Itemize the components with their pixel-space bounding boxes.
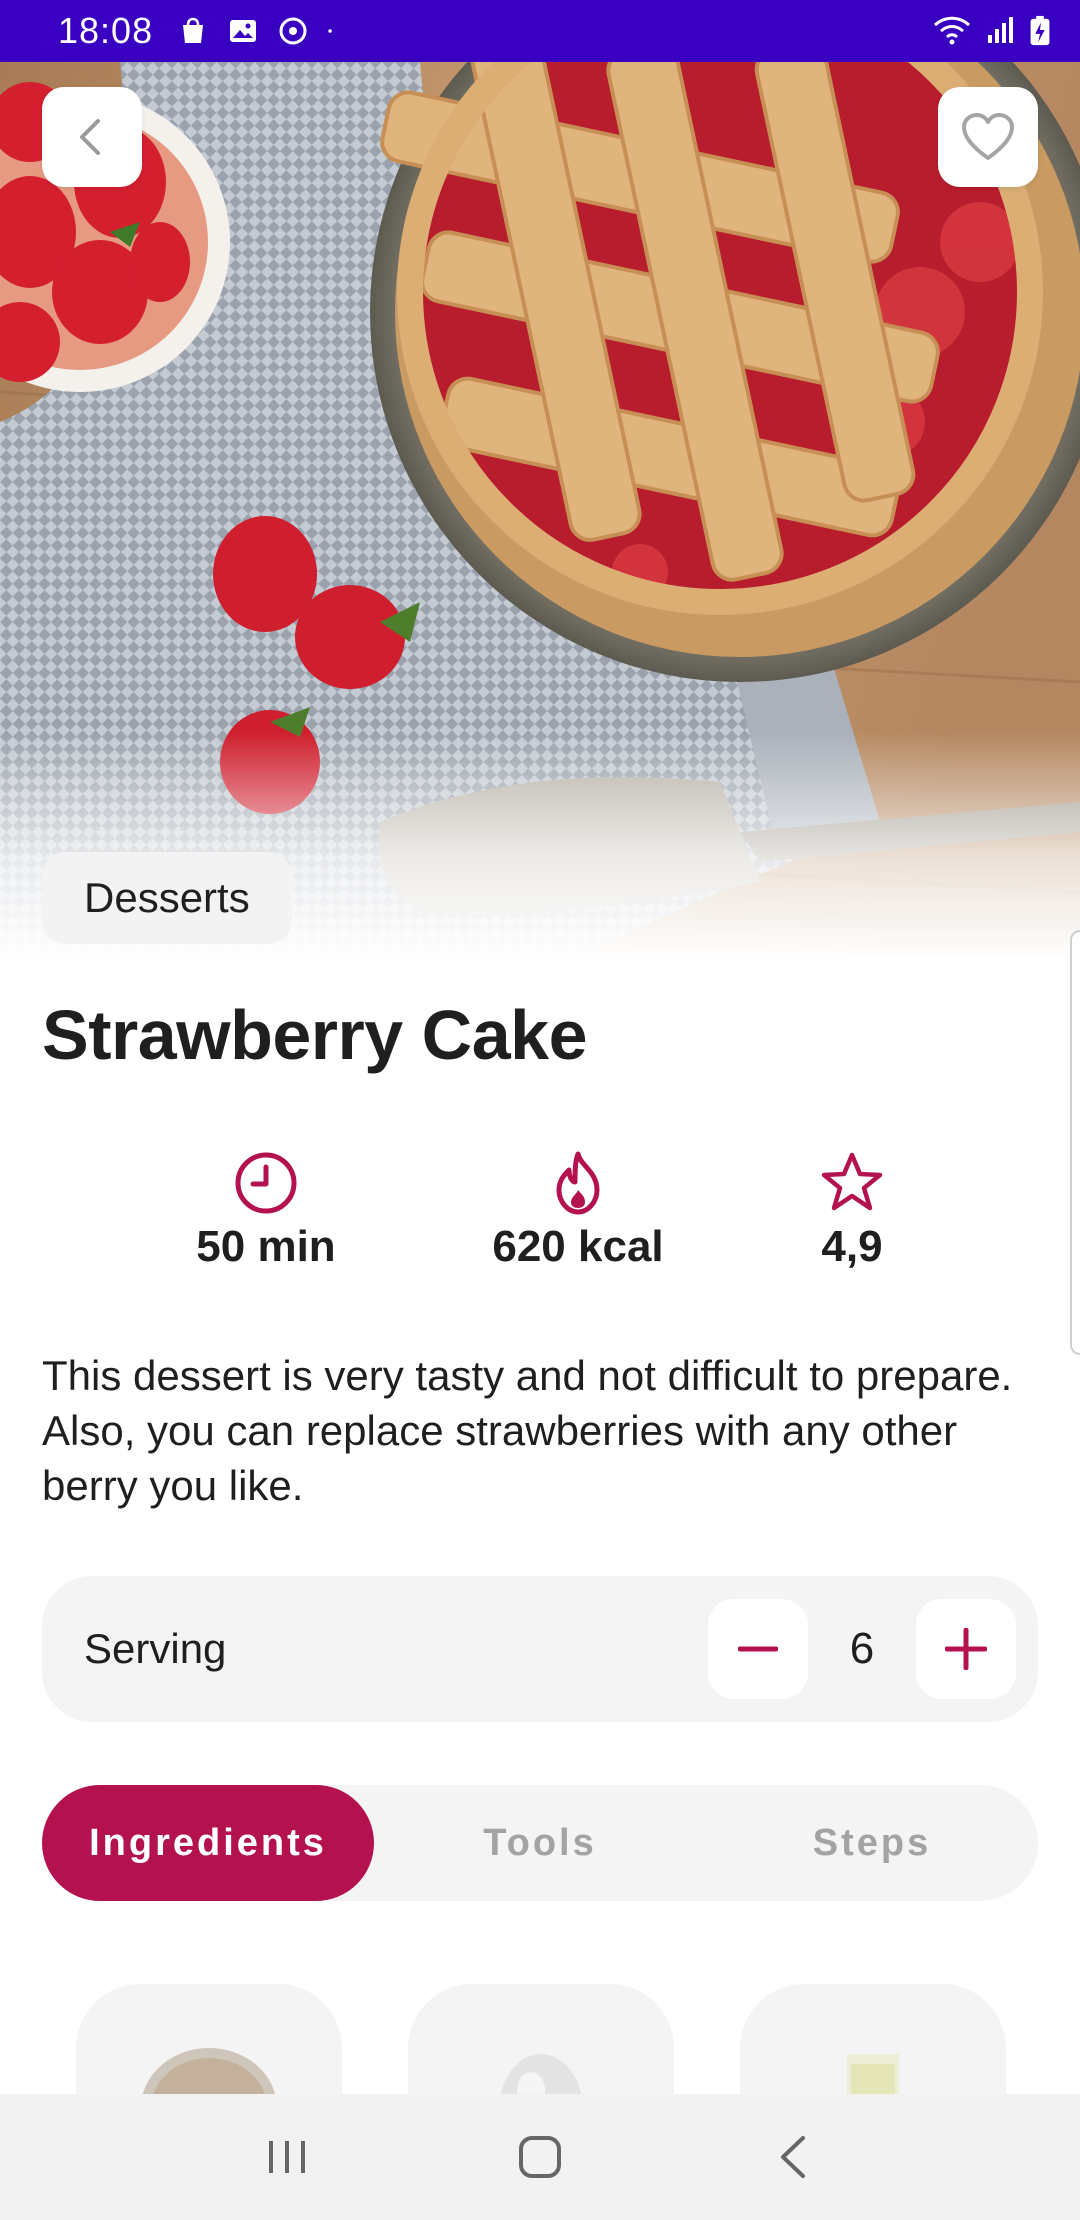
serving-label: Serving <box>84 1625 227 1672</box>
stat-calories-value: 620 kcal <box>492 1222 664 1271</box>
stat-rating-value: 4,9 <box>821 1222 883 1271</box>
ingredient-list <box>0 1984 1080 2094</box>
decrease-serving-button[interactable] <box>708 1599 808 1699</box>
image-icon <box>230 20 257 42</box>
ingredient-card[interactable] <box>740 1984 1006 2094</box>
status-time: 18:08 <box>58 10 154 51</box>
recipe-description: This dessert is very tasty and not diffi… <box>42 1352 1013 1509</box>
chevron-left-icon <box>80 119 100 155</box>
plus-icon <box>945 1628 987 1670</box>
increase-serving-button[interactable] <box>916 1599 1016 1699</box>
category-label: Desserts <box>84 874 250 921</box>
star-icon <box>821 1152 883 1211</box>
back-button[interactable] <box>42 87 142 187</box>
dot-icon <box>328 29 332 33</box>
milk-glass-icon <box>847 2054 899 2094</box>
back-nav-button[interactable] <box>753 2117 833 2197</box>
home-button[interactable] <box>500 2117 580 2197</box>
status-notification-icons <box>177 15 341 47</box>
battery-charging-icon <box>1030 15 1050 46</box>
system-nav-bar <box>0 2094 1080 2220</box>
recent-apps-icon <box>268 2141 305 2173</box>
recipe-hero-image <box>0 62 1080 962</box>
stat-time-value: 50 min <box>196 1222 336 1271</box>
flame-icon <box>556 1151 600 1215</box>
serving-selector: Serving 6 <box>42 1576 1038 1722</box>
heart-outline-icon <box>962 113 1014 160</box>
tab-steps[interactable]: Steps <box>706 1785 1038 1901</box>
tab-tools[interactable]: Tools <box>374 1785 706 1901</box>
ingredient-card[interactable] <box>76 1984 342 2094</box>
favorite-button[interactable] <box>938 87 1038 187</box>
wifi-icon <box>933 16 971 45</box>
tab-ingredients[interactable]: Ingredients <box>42 1785 374 1901</box>
flour-bowl-icon <box>142 2048 276 2094</box>
recipe-tabs: Ingredients Tools Steps <box>42 1785 1038 1901</box>
minus-icon <box>738 1646 778 1652</box>
serving-stepper: 6 <box>708 1599 1016 1699</box>
category-chip[interactable]: Desserts <box>42 852 292 944</box>
serving-count: 6 <box>849 1624 875 1673</box>
clock-icon <box>235 1152 297 1214</box>
recipe-stats: 50 min 620 kcal 4,9 <box>42 1150 1038 1280</box>
status-system-icons <box>932 15 1052 47</box>
back-icon <box>781 2136 806 2178</box>
home-icon <box>518 2136 561 2178</box>
egg-icon <box>500 2054 582 2094</box>
stat-time: 50 min <box>146 1150 386 1272</box>
status-bar: 18:08 <box>0 0 1080 62</box>
recipe-title: Strawberry Cake <box>42 996 588 1074</box>
stat-calories: 620 kcal <box>458 1150 698 1272</box>
recent-apps-button[interactable] <box>247 2117 327 2197</box>
side-drawer-handle[interactable] <box>1070 930 1080 1355</box>
sync-icon <box>279 17 307 45</box>
signal-icon <box>988 17 1013 43</box>
stat-rating: 4,9 <box>732 1150 972 1272</box>
bag-icon <box>183 17 204 43</box>
ingredient-card[interactable] <box>408 1984 674 2094</box>
